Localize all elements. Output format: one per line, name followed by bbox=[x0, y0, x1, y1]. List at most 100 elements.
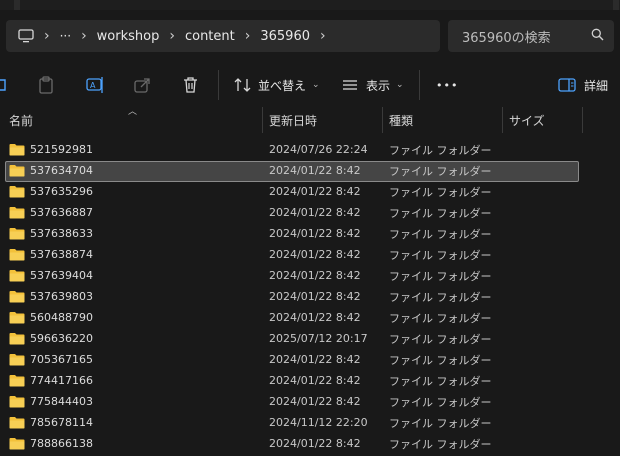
file-name[interactable]: 774417166 bbox=[30, 370, 93, 391]
file-type: ファイル フォルダー bbox=[389, 437, 492, 451]
column-resize-handle[interactable] bbox=[262, 107, 263, 133]
chevron-right-icon[interactable]: › bbox=[310, 28, 336, 44]
file-type: ファイル フォルダー bbox=[389, 248, 492, 262]
chevron-right-icon[interactable]: › bbox=[235, 28, 261, 44]
tab-strip bbox=[0, 0, 620, 10]
file-row[interactable]: 537638874 2024/01/22 8:42 ファイル フォルダー bbox=[0, 244, 620, 265]
sort-icon bbox=[234, 77, 252, 93]
file-name[interactable]: 705367165 bbox=[30, 349, 93, 370]
file-name[interactable]: 775844403 bbox=[30, 391, 93, 412]
details-pane-button[interactable]: 詳細 bbox=[558, 66, 608, 104]
folder-icon bbox=[9, 249, 25, 261]
folder-icon bbox=[9, 165, 25, 177]
folder-icon bbox=[9, 291, 25, 303]
file-name[interactable]: 560488790 bbox=[30, 307, 93, 328]
file-type: ファイル フォルダー bbox=[389, 332, 492, 346]
file-type: ファイル フォルダー bbox=[389, 227, 492, 241]
sort-button[interactable]: 並べ替え ⌄ bbox=[234, 66, 320, 104]
file-date: 2024/11/12 22:20 bbox=[269, 416, 368, 429]
folder-icon bbox=[9, 186, 25, 198]
file-date: 2024/01/22 8:42 bbox=[269, 206, 361, 219]
file-row[interactable]: 521592981 2024/07/26 22:24 ファイル フォルダー bbox=[0, 139, 620, 160]
file-name[interactable]: 537636887 bbox=[30, 202, 93, 223]
breadcrumb-item-content[interactable]: content bbox=[185, 20, 235, 52]
file-name[interactable]: 537635296 bbox=[30, 181, 93, 202]
command-bar: A 並べ替え ⌄ 表示 ⌄ ••• 詳細 bbox=[0, 66, 620, 104]
column-header-size[interactable]: サイズ bbox=[509, 107, 582, 133]
file-date: 2024/01/22 8:42 bbox=[269, 311, 361, 324]
paste-icon[interactable] bbox=[38, 66, 54, 104]
file-type: ファイル フォルダー bbox=[389, 143, 492, 157]
file-row[interactable]: 537639404 2024/01/22 8:42 ファイル フォルダー bbox=[0, 265, 620, 286]
breadcrumb-item-current[interactable]: 365960 bbox=[260, 20, 310, 52]
file-name[interactable]: 537634704 bbox=[30, 160, 93, 181]
column-resize-handle[interactable] bbox=[582, 107, 583, 133]
trash-icon[interactable] bbox=[182, 66, 199, 104]
cut-icon[interactable] bbox=[0, 66, 8, 104]
file-type: ファイル フォルダー bbox=[389, 185, 492, 199]
file-row[interactable]: 596636220 2025/07/12 20:17 ファイル フォルダー bbox=[0, 328, 620, 349]
more-icon: ••• bbox=[436, 78, 459, 92]
column-header-date-label: 更新日時 bbox=[269, 113, 318, 128]
view-label: 表示 bbox=[366, 78, 391, 93]
file-row[interactable]: 775844403 2024/01/22 8:42 ファイル フォルダー bbox=[0, 391, 620, 412]
tab-edge bbox=[14, 0, 20, 10]
file-name[interactable]: 596636220 bbox=[30, 328, 93, 349]
file-type: ファイル フォルダー bbox=[389, 206, 492, 220]
file-name[interactable]: 537639803 bbox=[30, 286, 93, 307]
rename-icon[interactable]: A bbox=[86, 66, 104, 104]
chevron-right-icon[interactable]: › bbox=[34, 28, 60, 44]
folder-icon bbox=[9, 270, 25, 282]
folder-icon bbox=[9, 438, 25, 450]
folder-icon bbox=[9, 312, 25, 324]
address-bar[interactable]: › ··· › workshop › content › 365960 › bbox=[6, 20, 440, 52]
search-placeholder: 365960の検索 bbox=[462, 30, 551, 46]
file-row[interactable]: 537636887 2024/01/22 8:42 ファイル フォルダー bbox=[0, 202, 620, 223]
file-type: ファイル フォルダー bbox=[389, 374, 492, 388]
column-header-name[interactable]: 名前 bbox=[9, 107, 262, 133]
toolbar-divider bbox=[218, 70, 219, 100]
tab-edge bbox=[613, 0, 619, 10]
file-name[interactable]: 521592981 bbox=[30, 139, 93, 160]
file-row[interactable]: 537639803 2024/01/22 8:42 ファイル フォルダー bbox=[0, 286, 620, 307]
file-row[interactable]: 705367165 2024/01/22 8:42 ファイル フォルダー bbox=[0, 349, 620, 370]
file-row[interactable]: 537635296 2024/01/22 8:42 ファイル フォルダー bbox=[0, 181, 620, 202]
folder-icon bbox=[9, 417, 25, 429]
breadcrumb-more-button[interactable]: ··· bbox=[60, 20, 71, 52]
column-header-type[interactable]: 種類 bbox=[389, 107, 502, 133]
file-name[interactable]: 537638633 bbox=[30, 223, 93, 244]
view-icon bbox=[342, 78, 358, 92]
column-resize-handle[interactable] bbox=[502, 107, 503, 133]
column-header-type-label: 種類 bbox=[389, 113, 414, 128]
file-row[interactable]: 560488790 2024/01/22 8:42 ファイル フォルダー bbox=[0, 307, 620, 328]
column-header-name-label: 名前 bbox=[9, 113, 34, 128]
file-row[interactable]: 785678114 2024/11/12 22:20 ファイル フォルダー bbox=[0, 412, 620, 433]
file-date: 2024/01/22 8:42 bbox=[269, 164, 361, 177]
breadcrumb-item-workshop[interactable]: workshop bbox=[97, 20, 160, 52]
file-row[interactable]: 537638633 2024/01/22 8:42 ファイル フォルダー bbox=[0, 223, 620, 244]
file-date: 2024/01/22 8:42 bbox=[269, 227, 361, 240]
view-button[interactable]: 表示 ⌄ bbox=[342, 66, 404, 104]
column-header-date[interactable]: 更新日時 bbox=[269, 107, 382, 133]
file-name[interactable]: 537638874 bbox=[30, 244, 93, 265]
file-date: 2024/07/26 22:24 bbox=[269, 143, 368, 156]
file-name[interactable]: 785678114 bbox=[30, 412, 93, 433]
file-type: ファイル フォルダー bbox=[389, 395, 492, 409]
chevron-right-icon[interactable]: › bbox=[159, 28, 185, 44]
chevron-right-icon[interactable]: › bbox=[71, 28, 97, 44]
more-options-button[interactable]: ••• bbox=[436, 66, 458, 104]
file-name[interactable]: 537639404 bbox=[30, 265, 93, 286]
file-row[interactable]: 788866138 2024/01/22 8:42 ファイル フォルダー bbox=[0, 433, 620, 454]
file-row[interactable]: 537634704 2024/01/22 8:42 ファイル フォルダー bbox=[0, 160, 620, 182]
file-name[interactable]: 788866138 bbox=[30, 433, 93, 454]
details-label: 詳細 bbox=[584, 78, 609, 93]
column-resize-handle[interactable] bbox=[382, 107, 383, 133]
file-row[interactable]: 774417166 2024/01/22 8:42 ファイル フォルダー bbox=[0, 370, 620, 391]
search-input[interactable]: 365960の検索 bbox=[448, 20, 614, 52]
file-date: 2024/01/22 8:42 bbox=[269, 269, 361, 282]
file-date: 2024/01/22 8:42 bbox=[269, 374, 361, 387]
search-icon[interactable] bbox=[591, 28, 604, 45]
computer-icon[interactable] bbox=[6, 20, 34, 52]
folder-icon bbox=[9, 144, 25, 156]
share-icon[interactable] bbox=[134, 66, 152, 104]
